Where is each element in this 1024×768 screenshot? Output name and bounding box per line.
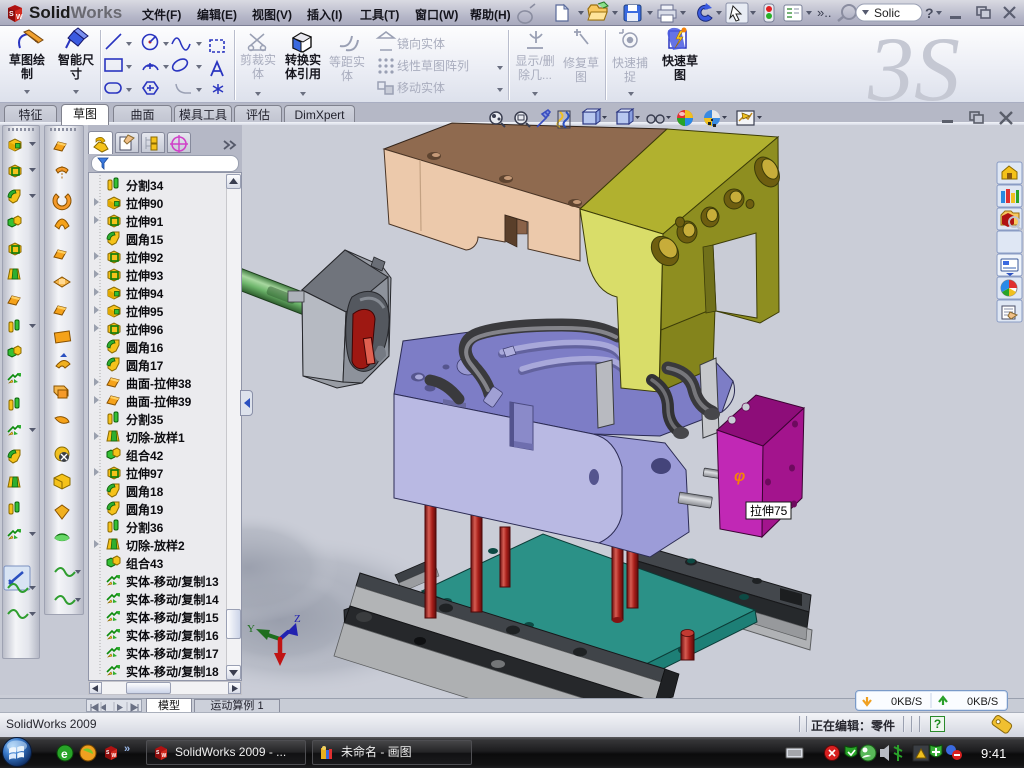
svg-text:0KB/S: 0KB/S — [967, 696, 998, 708]
svg-text:φ: φ — [734, 468, 745, 485]
svg-text:W: W — [16, 14, 23, 21]
svg-text:»..: ».. — [817, 5, 831, 20]
svg-text:0KB/S: 0KB/S — [891, 696, 922, 708]
svg-text:e: e — [61, 747, 68, 761]
svg-text:S: S — [9, 11, 14, 18]
svg-text:»: » — [124, 743, 130, 755]
svg-text:Z: Z — [294, 613, 301, 625]
svg-text:W: W — [162, 753, 167, 759]
svg-text:拉伸75: 拉伸75 — [750, 503, 788, 518]
svg-text:Y: Y — [247, 623, 255, 635]
svg-text:9:41: 9:41 — [981, 746, 1006, 761]
svg-text:W: W — [112, 753, 117, 759]
